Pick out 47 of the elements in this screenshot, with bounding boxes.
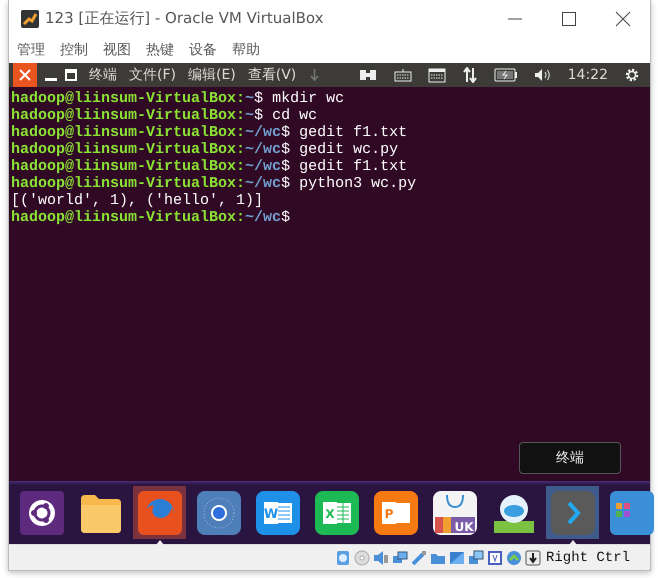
capture-icon[interactable] (468, 550, 484, 566)
close-icon (19, 68, 31, 81)
terminal-line: hadoop@liinsum-VirtualBox:~/wc$ gedit f1.txt (11, 124, 408, 141)
app-icon (21, 10, 39, 28)
terminal-line: hadoop@liinsum-VirtualBox:~$ mkdir wc (11, 90, 344, 107)
close-button[interactable] (13, 62, 37, 87)
host-key-label: Right Ctrl (546, 550, 630, 566)
cpu-chip-icon[interactable] (486, 550, 503, 566)
menu-item[interactable]: 控制 (60, 41, 88, 60)
calendar-icon[interactable] (428, 66, 446, 83)
keyboard-layout-icon[interactable] (360, 68, 378, 82)
network-icon[interactable] (462, 66, 478, 83)
menu-item[interactable]: 设备 (189, 41, 217, 60)
ubuntu-logo-icon (20, 490, 64, 535)
down-arrow-icon (310, 68, 320, 81)
keyboard-capture-icon[interactable] (524, 550, 541, 566)
settings-icon[interactable] (624, 66, 640, 83)
terminal-line: [('world', 1), ('hello', 1)] (11, 192, 264, 209)
menu-item[interactable]: 管理 (17, 41, 45, 60)
menu-item[interactable]: 视图 (103, 41, 131, 60)
menu-item[interactable]: 编辑(E) (188, 66, 236, 84)
maximize-icon[interactable] (561, 10, 577, 27)
menu-item[interactable]: 热键 (146, 41, 174, 60)
close-icon[interactable] (615, 10, 631, 27)
terminal-line: hadoop@liinsum-VirtualBox:~/wc$ python3 wc.py (11, 174, 416, 192)
usb-icon[interactable] (410, 550, 427, 566)
menu-item[interactable]: 文件(F) (129, 66, 176, 84)
terminal-line: hadoop@liinsum-VirtualBox:~/wc$ gedit wc.py (11, 140, 398, 158)
window-title: 123 [正在运行] - Oracle VM VirtualBox (45, 9, 324, 28)
keyboard-icon[interactable] (394, 68, 412, 82)
menu-item[interactable]: 终端 (89, 66, 117, 84)
browser-icon (196, 490, 240, 535)
battery-icon[interactable] (494, 68, 518, 82)
clock[interactable]: 14:22 (568, 66, 608, 83)
audio-icon[interactable] (372, 550, 389, 566)
volume-icon[interactable] (534, 68, 552, 82)
tooltip: 终端 (519, 442, 621, 474)
menu-item[interactable]: 查看(V) (248, 66, 296, 84)
terminal-line: hadoop@liinsum-VirtualBox:~/wc$ (11, 208, 290, 226)
menu-item[interactable]: 帮助 (232, 41, 260, 60)
app-grid-icon (610, 490, 654, 535)
display-icon[interactable] (448, 550, 465, 566)
terminal-icon (550, 490, 594, 535)
fox-globe-icon (138, 490, 182, 535)
network-icon[interactable] (392, 550, 408, 566)
terminal-line: hadoop@liinsum-VirtualBox:~$ cd wc (11, 106, 318, 124)
terminal-line: hadoop@liinsum-VirtualBox:~/wc$ gedit f1.txt (11, 158, 408, 175)
